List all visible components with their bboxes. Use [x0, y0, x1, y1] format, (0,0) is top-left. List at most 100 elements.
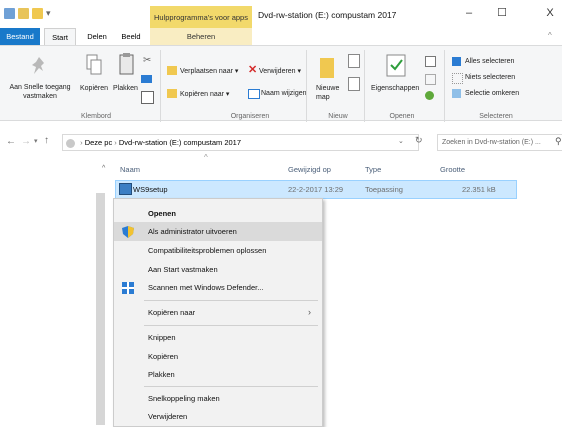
- copy-to-button[interactable]: Kopiëren naar ▾: [180, 90, 229, 98]
- ribbon-separator: [306, 50, 307, 122]
- search-input[interactable]: Zoeken in Dvd-rw-station (E:) ...: [437, 134, 562, 151]
- paste-button[interactable]: Plakken: [113, 85, 138, 92]
- select-none-button[interactable]: Niets selecteren: [465, 74, 515, 81]
- ribbon-separator: [160, 50, 161, 122]
- search-placeholder: Zoeken in Dvd-rw-station (E:) ...: [442, 139, 541, 146]
- new-folder-icon[interactable]: [320, 58, 334, 78]
- copy-path-icon[interactable]: [141, 75, 152, 83]
- back-icon[interactable]: ←: [6, 136, 16, 147]
- select-all-icon[interactable]: [452, 57, 461, 66]
- ribbon-separator: [444, 50, 445, 122]
- new-folder-button[interactable]: Nieuwe map: [316, 84, 344, 102]
- properties-check-icon[interactable]: [386, 52, 408, 78]
- collapse-ribbon-icon[interactable]: ^: [548, 31, 552, 40]
- defender-icon: [122, 282, 134, 294]
- menu-item-copy-to[interactable]: Kopiëren naar ›: [114, 303, 322, 322]
- menu-item-label: Knippen: [148, 333, 176, 342]
- tab-beeld[interactable]: Beeld: [116, 28, 146, 45]
- properties-icon[interactable]: [18, 7, 29, 19]
- column-header-name[interactable]: Naam: [120, 165, 140, 174]
- pin-icon[interactable]: [30, 55, 48, 77]
- refresh-icon[interactable]: ↻: [415, 135, 423, 146]
- menu-item-delete[interactable]: Verwijderen: [114, 407, 322, 426]
- pin-quick-access-button[interactable]: Aan Snelle toegang vastmaken: [2, 83, 78, 101]
- context-tab-app-tools: Hulpprogramma's voor apps: [150, 6, 252, 28]
- menu-item-paste[interactable]: Plakken: [114, 365, 322, 384]
- group-label-nieuw: Nieuw: [328, 113, 348, 120]
- copy-icon[interactable]: [86, 53, 102, 77]
- menu-item-defender-scan[interactable]: Scannen met Windows Defender...: [114, 278, 322, 297]
- move-to-icon[interactable]: [167, 66, 177, 75]
- folder-icon[interactable]: [32, 7, 43, 19]
- copy-button[interactable]: Kopiëren: [80, 85, 108, 92]
- rename-button[interactable]: Naam wijzigen: [261, 90, 307, 97]
- collapse-icon[interactable]: ^: [102, 165, 105, 172]
- menu-item-label: Scannen met Windows Defender...: [148, 283, 264, 292]
- tab-bestand[interactable]: Bestand: [0, 28, 40, 45]
- invert-selection-button[interactable]: Selectie omkeren: [465, 90, 519, 97]
- properties-button[interactable]: Eigenschappen: [371, 85, 419, 92]
- menu-item-pin-start[interactable]: Aan Start vastmaken: [114, 260, 322, 279]
- menu-item-copy[interactable]: Kopiëren: [114, 347, 322, 366]
- menu-item-open[interactable]: Openen: [114, 204, 322, 223]
- copy-to-icon[interactable]: [167, 89, 177, 98]
- column-header-type[interactable]: Type: [365, 165, 381, 174]
- tab-start[interactable]: Start: [44, 28, 76, 46]
- tab-delen[interactable]: Delen: [82, 28, 112, 45]
- breadcrumb-this-pc[interactable]: Deze pc: [85, 138, 113, 147]
- search-icon[interactable]: ⚲: [555, 136, 562, 147]
- window-title: Dvd-rw-station (E:) compustam 2017: [258, 10, 397, 20]
- menu-item-compatibility[interactable]: Compatibiliteitsproblemen oplossen: [114, 241, 322, 260]
- open-icon[interactable]: [425, 56, 436, 67]
- paste-shortcut-icon[interactable]: [141, 91, 154, 104]
- app-icon[interactable]: [4, 7, 15, 19]
- invert-selection-icon[interactable]: [452, 89, 461, 98]
- file-name[interactable]: WS9setup: [133, 185, 168, 194]
- menu-item-label: Als administrator uitvoeren: [148, 227, 237, 236]
- delete-icon[interactable]: ✕: [248, 63, 257, 76]
- menu-item-label: Aan Start vastmaken: [148, 265, 218, 274]
- breadcrumb-separator-icon: ›: [80, 138, 83, 147]
- address-dropdown-icon[interactable]: ⌄: [398, 137, 404, 145]
- close-button[interactable]: X: [535, 6, 562, 20]
- recent-locations-icon[interactable]: ▾: [34, 137, 38, 145]
- menu-separator: [144, 386, 318, 387]
- move-to-button[interactable]: Verplaatsen naar ▾: [180, 67, 238, 75]
- breadcrumb-drive[interactable]: Dvd-rw-station (E:) compustam 2017: [119, 138, 241, 147]
- address-bar[interactable]: › Deze pc › Dvd-rw-station (E:) compusta…: [62, 134, 419, 151]
- select-all-button[interactable]: Alles selecteren: [465, 58, 514, 65]
- easy-access-icon[interactable]: [348, 77, 360, 91]
- menu-separator: [144, 300, 318, 301]
- up-icon[interactable]: ↑: [44, 135, 49, 146]
- group-label-openen: Openen: [389, 113, 415, 120]
- menu-item-create-shortcut[interactable]: Snelkoppeling maken: [114, 389, 322, 408]
- customize-icon[interactable]: ▾: [46, 8, 51, 19]
- navigation-pane-scrollbar[interactable]: [96, 193, 105, 425]
- select-none-icon[interactable]: [452, 73, 463, 84]
- file-type: Toepassing: [365, 185, 403, 194]
- history-icon[interactable]: [425, 91, 434, 100]
- uac-shield-icon: [122, 226, 134, 238]
- menu-item-run-as-admin[interactable]: Als administrator uitvoeren: [114, 222, 322, 241]
- rename-icon[interactable]: [248, 89, 260, 99]
- drive-icon: [66, 138, 75, 148]
- minimize-button[interactable]: –: [454, 6, 484, 20]
- menu-item-cut[interactable]: Knippen: [114, 328, 322, 347]
- forward-icon[interactable]: →: [21, 136, 31, 147]
- ribbon-separator: [364, 50, 365, 122]
- tab-beheren[interactable]: Beheren: [150, 28, 252, 45]
- menu-item-label: Compatibiliteitsproblemen oplossen: [148, 246, 267, 255]
- maximize-button[interactable]: ☐: [487, 6, 517, 20]
- sort-indicator-icon: ^: [204, 153, 208, 162]
- edit-icon[interactable]: [425, 74, 436, 85]
- paste-icon[interactable]: [118, 52, 136, 76]
- column-header-size[interactable]: Grootte: [440, 165, 465, 174]
- group-label-klembord: Klembord: [81, 113, 111, 120]
- new-item-icon[interactable]: [348, 54, 360, 68]
- delete-button[interactable]: Verwijderen ▾: [259, 67, 301, 75]
- file-size: 22.351 kB: [462, 185, 496, 194]
- group-label-organiseren: Organiseren: [230, 113, 270, 120]
- menu-separator: [144, 325, 318, 326]
- column-header-modified[interactable]: Gewijzigd op: [288, 165, 331, 174]
- cut-icon[interactable]: ✂: [143, 55, 151, 66]
